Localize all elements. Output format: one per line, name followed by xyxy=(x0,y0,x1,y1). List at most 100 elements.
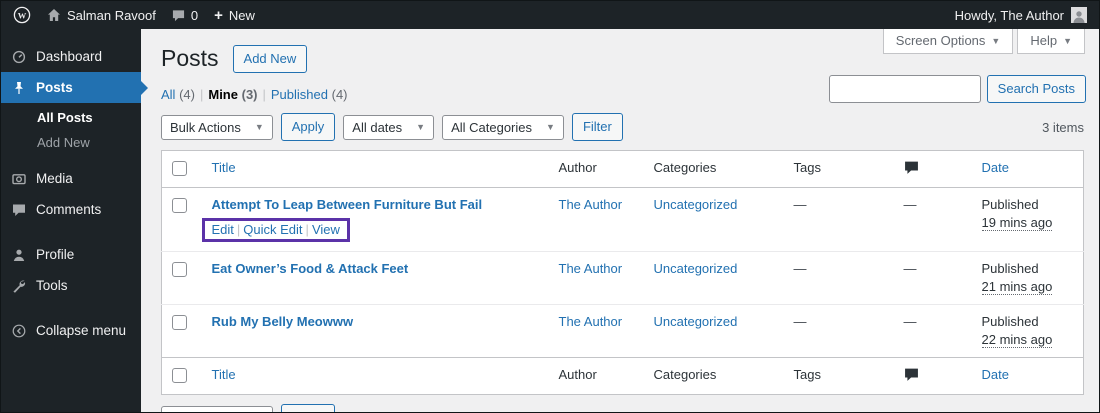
sidebar-item-label: Dashboard xyxy=(36,49,103,64)
chevron-down-icon: ▼ xyxy=(416,122,426,133)
table-footer-row: Title Author Categories Tags Date xyxy=(161,357,1084,395)
view-all-link[interactable]: All (4) xyxy=(161,87,195,102)
comment-bubble-icon xyxy=(172,9,185,22)
main-content: Screen Options ▼ Help ▼ Search Posts Pos… xyxy=(141,29,1099,412)
author-header: Author xyxy=(548,150,644,189)
howdy-label: Howdy, The Author xyxy=(954,7,1064,23)
chevron-down-icon: ▼ xyxy=(991,35,1001,46)
post-title-link[interactable]: Attempt To Leap Between Furniture But Fa… xyxy=(212,197,483,212)
table-row: Eat Owner’s Food & Attack Feet The Autho… xyxy=(161,251,1084,305)
wordpress-logo-icon[interactable]: W xyxy=(13,6,31,24)
category-link[interactable]: Uncategorized xyxy=(654,261,738,276)
comments-count: 0 xyxy=(190,7,199,23)
separator: | xyxy=(236,222,241,238)
wordpress-admin-window: W Salman Ravoof 0 + New Howdy, The Autho… xyxy=(0,0,1100,413)
posts-table: Title Author Categories Tags Date Attemp… xyxy=(161,150,1084,396)
row-checkbox[interactable] xyxy=(172,198,187,214)
view-link[interactable]: View xyxy=(312,222,340,237)
search-posts-button[interactable]: Search Posts xyxy=(986,75,1086,104)
post-status: Published xyxy=(981,197,1039,213)
sidebar-item-media[interactable]: Media xyxy=(1,163,141,194)
comments-column-icon xyxy=(904,161,919,178)
site-name-menu[interactable]: Salman Ravoof xyxy=(47,8,156,23)
wrench-icon xyxy=(11,279,27,293)
bulk-actions-select-bottom[interactable]: Bulk Actions ▼ xyxy=(161,405,273,412)
sort-date-header[interactable]: Date xyxy=(982,160,1009,175)
author-link[interactable]: The Author xyxy=(559,314,623,329)
sidebar-item-label: Collapse menu xyxy=(36,323,127,338)
select-all-checkbox[interactable] xyxy=(172,368,187,384)
plus-icon: + xyxy=(214,6,223,24)
sidebar-item-add-new[interactable]: Add New xyxy=(1,130,141,155)
sidebar-item-comments[interactable]: Comments xyxy=(1,194,141,225)
admin-bar-comments[interactable]: 0 xyxy=(172,8,198,23)
categories-filter-select[interactable]: All Categories ▼ xyxy=(442,114,564,140)
chevron-down-icon: ▼ xyxy=(254,122,264,133)
tags-header: Tags xyxy=(783,150,894,189)
sidebar-item-label: Tools xyxy=(36,278,68,293)
comments-value: — xyxy=(903,261,917,277)
sidebar-item-posts[interactable]: Posts xyxy=(1,72,141,103)
menu-separator xyxy=(1,225,141,239)
help-tab[interactable]: Help ▼ xyxy=(1017,29,1085,54)
annotation-highlight: Edit | Quick Edit | View xyxy=(201,218,350,243)
chevron-down-icon: ▼ xyxy=(546,122,555,133)
bulk-actions-select[interactable]: Bulk Actions ▼ xyxy=(161,114,273,140)
screen-options-label: Screen Options xyxy=(895,33,986,48)
row-checkbox[interactable] xyxy=(172,262,187,278)
tags-header: Tags xyxy=(783,357,894,395)
new-content-menu[interactable]: + New xyxy=(214,8,255,23)
tags-value: — xyxy=(793,197,807,213)
comments-icon xyxy=(11,203,27,217)
author-header: Author xyxy=(548,357,644,395)
comments-value: — xyxy=(903,197,917,213)
sort-title-header[interactable]: Title xyxy=(212,160,236,175)
tags-value: — xyxy=(793,314,807,330)
select-all-checkbox[interactable] xyxy=(172,161,187,177)
sidebar-item-label: Media xyxy=(36,171,73,186)
table-row: Rub My Belly Meowww The Author Uncategor… xyxy=(161,304,1084,358)
search-input[interactable] xyxy=(828,75,981,104)
category-link[interactable]: Uncategorized xyxy=(654,197,738,212)
view-published-link[interactable]: Published (4) xyxy=(271,87,348,102)
sort-title-header[interactable]: Title xyxy=(212,367,236,382)
apply-button-bottom[interactable]: Apply xyxy=(280,404,336,412)
avatar xyxy=(1071,7,1087,23)
help-label: Help xyxy=(1030,33,1058,48)
category-link[interactable]: Uncategorized xyxy=(654,314,738,329)
comments-column-icon xyxy=(904,368,919,385)
edit-link[interactable]: Edit xyxy=(212,222,234,237)
site-name-label: Salman Ravoof xyxy=(67,7,156,23)
dates-filter-select[interactable]: All dates ▼ xyxy=(343,114,435,140)
screen-meta-tabs: Screen Options ▼ Help ▼ xyxy=(882,29,1085,54)
admin-bar: W Salman Ravoof 0 + New Howdy, The Autho… xyxy=(1,1,1099,29)
dashboard-icon xyxy=(11,50,27,64)
sort-date-header[interactable]: Date xyxy=(982,367,1009,382)
post-title-link[interactable]: Eat Owner’s Food & Attack Feet xyxy=(212,261,409,276)
items-count: 3 items xyxy=(1042,119,1084,135)
screen-options-tab[interactable]: Screen Options ▼ xyxy=(882,29,1014,54)
apply-button[interactable]: Apply xyxy=(280,113,336,142)
search-box: Search Posts xyxy=(828,75,1086,104)
separator: | xyxy=(199,87,204,103)
author-link[interactable]: The Author xyxy=(559,261,623,276)
sidebar-item-dashboard[interactable]: Dashboard xyxy=(1,41,141,72)
pin-icon xyxy=(11,81,27,95)
post-status: Published xyxy=(981,261,1039,277)
sidebar-item-profile[interactable]: Profile xyxy=(1,239,141,270)
row-checkbox[interactable] xyxy=(172,315,187,331)
quick-edit-link[interactable]: Quick Edit xyxy=(243,222,302,237)
account-menu[interactable]: Howdy, The Author xyxy=(955,7,1087,23)
sidebar-item-all-posts[interactable]: All Posts xyxy=(1,105,141,130)
filter-button[interactable]: Filter xyxy=(571,113,623,142)
sidebar-item-label: Posts xyxy=(36,80,73,95)
post-title-link[interactable]: Rub My Belly Meowww xyxy=(212,314,354,329)
author-link[interactable]: The Author xyxy=(559,197,623,212)
separator: | xyxy=(262,87,266,103)
post-date: 21 mins ago xyxy=(981,279,1053,296)
view-mine-link[interactable]: Mine (3) xyxy=(208,87,257,102)
svg-text:W: W xyxy=(18,10,27,20)
sidebar-item-tools[interactable]: Tools xyxy=(1,270,141,301)
sidebar-item-collapse-menu[interactable]: Collapse menu xyxy=(1,315,141,346)
add-new-button[interactable]: Add New xyxy=(232,45,308,74)
